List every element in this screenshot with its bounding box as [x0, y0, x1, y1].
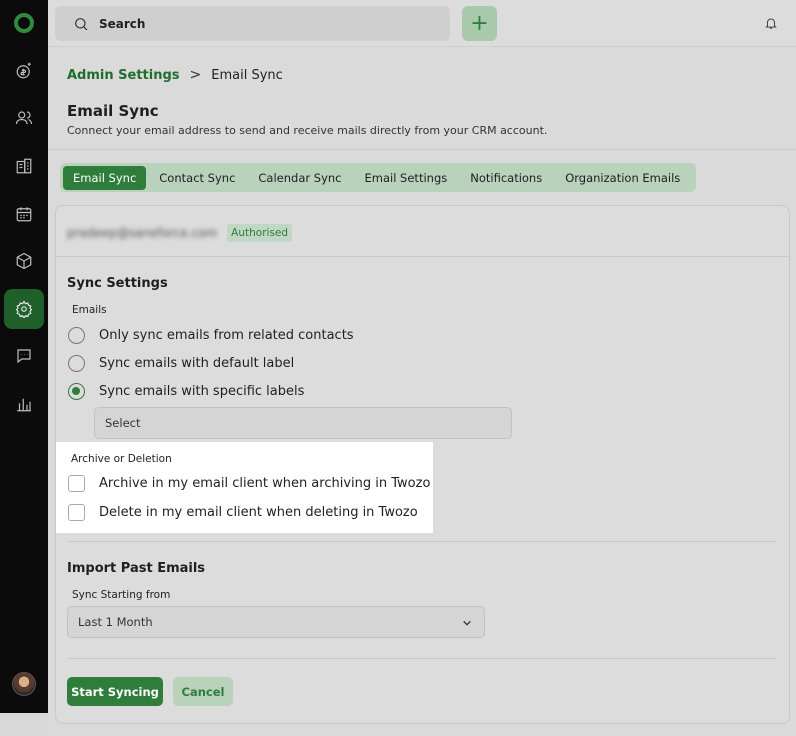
avatar[interactable]: [12, 672, 36, 696]
contacts-icon[interactable]: [14, 108, 34, 128]
start-syncing-button[interactable]: Start Syncing: [67, 677, 163, 706]
import-past-emails-title: Import Past Emails: [67, 561, 206, 576]
checkbox-archive[interactable]: Archive in my email client when archivin…: [68, 475, 430, 492]
emails-label: Emails: [72, 304, 107, 316]
radio-button[interactable]: [68, 327, 85, 344]
checkbox-label: Archive in my email client when archivin…: [99, 476, 431, 491]
radio-label: Sync emails with specific labels: [99, 384, 305, 399]
chevron-right-icon: >: [189, 67, 202, 83]
chevron-down-icon: [463, 620, 471, 626]
status-badge: Authorised: [227, 224, 293, 242]
page-subtitle: Connect your email address to send and r…: [67, 124, 548, 137]
bell-icon[interactable]: [764, 16, 778, 30]
add-button[interactable]: +: [462, 6, 497, 41]
archive-deletion-section: Archive or Deletion Archive in my email …: [56, 442, 433, 533]
divider: [56, 256, 789, 257]
radio-button[interactable]: [68, 355, 85, 372]
radio-label: Only sync emails from related contacts: [99, 328, 354, 343]
gear-icon[interactable]: [14, 299, 34, 319]
tab-organization-emails[interactable]: Organization Emails: [555, 166, 690, 190]
sync-starting-label: Sync Starting from: [72, 589, 171, 601]
calendar-icon[interactable]: [14, 204, 34, 224]
radio-default-label[interactable]: Sync emails with default label: [68, 355, 294, 372]
app-logo[interactable]: [14, 13, 34, 33]
dollar-icon[interactable]: [14, 61, 34, 81]
tabs-bar: Email Sync Contact Sync Calendar Sync Em…: [60, 163, 697, 192]
search-input[interactable]: Search: [55, 6, 450, 41]
dropdown-value: Last 1 Month: [78, 615, 153, 629]
breadcrumb: Admin Settings > Email Sync: [67, 67, 283, 83]
radio-button-checked[interactable]: [68, 383, 85, 400]
box-icon[interactable]: [14, 251, 34, 271]
building-icon[interactable]: [14, 156, 34, 176]
checkbox[interactable]: [68, 475, 85, 492]
page-title: Email Sync: [67, 102, 159, 120]
tab-calendar-sync[interactable]: Calendar Sync: [248, 166, 351, 190]
breadcrumb-admin-settings[interactable]: Admin Settings: [67, 68, 180, 83]
sync-settings-title: Sync Settings: [67, 276, 168, 291]
tab-notifications[interactable]: Notifications: [460, 166, 552, 190]
divider: [67, 541, 777, 542]
checkbox[interactable]: [68, 504, 85, 521]
search-label: Search: [99, 16, 146, 31]
chart-icon[interactable]: [14, 394, 34, 414]
labels-select[interactable]: Select: [94, 407, 512, 439]
topbar: Search +: [48, 0, 796, 47]
account-email: pradeep@saneforce.com: [67, 226, 218, 240]
tab-email-sync[interactable]: Email Sync: [63, 165, 147, 190]
search-icon: [75, 17, 88, 30]
chat-icon[interactable]: [14, 346, 34, 366]
radio-label: Sync emails with default label: [99, 356, 295, 371]
checkbox-delete[interactable]: Delete in my email client when deleting …: [68, 504, 418, 521]
archive-deletion-label: Archive or Deletion: [71, 453, 172, 465]
radio-related-contacts[interactable]: Only sync emails from related contacts: [68, 327, 354, 344]
sidebar: [0, 0, 48, 713]
checkbox-label: Delete in my email client when deleting …: [99, 505, 418, 520]
cancel-button[interactable]: Cancel: [173, 677, 233, 706]
breadcrumb-current: Email Sync: [211, 67, 283, 83]
radio-specific-labels[interactable]: Sync emails with specific labels: [68, 383, 304, 400]
tab-contact-sync[interactable]: Contact Sync: [149, 166, 245, 190]
sync-starting-dropdown[interactable]: Last 1 Month: [67, 606, 485, 638]
main-content: Admin Settings > Email Sync Email Sync C…: [48, 47, 796, 736]
tab-email-settings[interactable]: Email Settings: [355, 166, 458, 190]
account-row: pradeep@saneforce.com Authorised: [67, 224, 293, 242]
divider: [67, 658, 777, 659]
divider: [48, 149, 796, 150]
